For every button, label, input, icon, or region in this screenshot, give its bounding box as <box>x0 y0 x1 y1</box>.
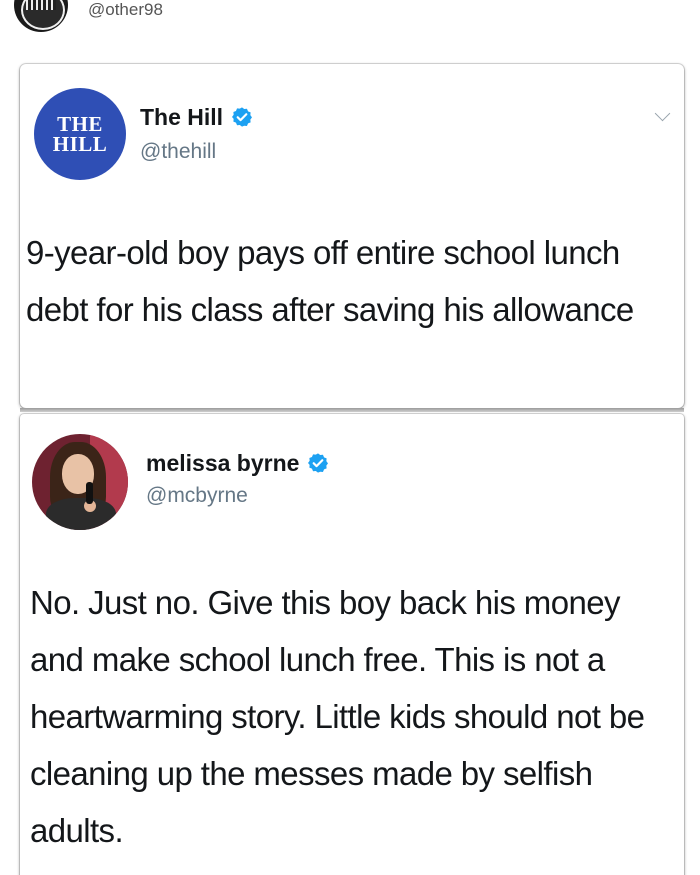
repost-header: @other98 <box>0 0 700 42</box>
author-name[interactable]: The Hill <box>140 104 253 131</box>
author-handle[interactable]: @thehill <box>140 140 216 164</box>
avatar[interactable] <box>32 434 128 530</box>
repost-avatar[interactable] <box>14 0 68 32</box>
avatar[interactable]: THE HILL <box>34 88 126 180</box>
tweet-text: 9-year-old boy pays off entire school lu… <box>26 234 634 328</box>
verified-badge-icon <box>308 453 329 473</box>
author-handle[interactable]: @mcbyrne <box>146 484 248 508</box>
verified-badge-icon <box>232 107 253 127</box>
tweet-card-thehill: THE HILL The Hill @thehill 9-year-old bo… <box>20 64 684 408</box>
tweet-text: No. Just no. Give this boy back his mone… <box>30 584 645 849</box>
repost-handle[interactable]: @other98 <box>88 0 163 20</box>
divider <box>20 408 684 412</box>
author-name[interactable]: melissa byrne <box>146 450 329 477</box>
chevron-down-icon[interactable] <box>654 105 671 122</box>
the-hill-logo: THE HILL <box>52 112 108 156</box>
meme-page: @other98 THE HILL The Hill @thehill 9-ye… <box>0 0 700 875</box>
microphone-icon <box>86 482 93 504</box>
tweet-card-mcbyrne: melissa byrne @mcbyrne No. Just no. Give… <box>20 414 684 875</box>
